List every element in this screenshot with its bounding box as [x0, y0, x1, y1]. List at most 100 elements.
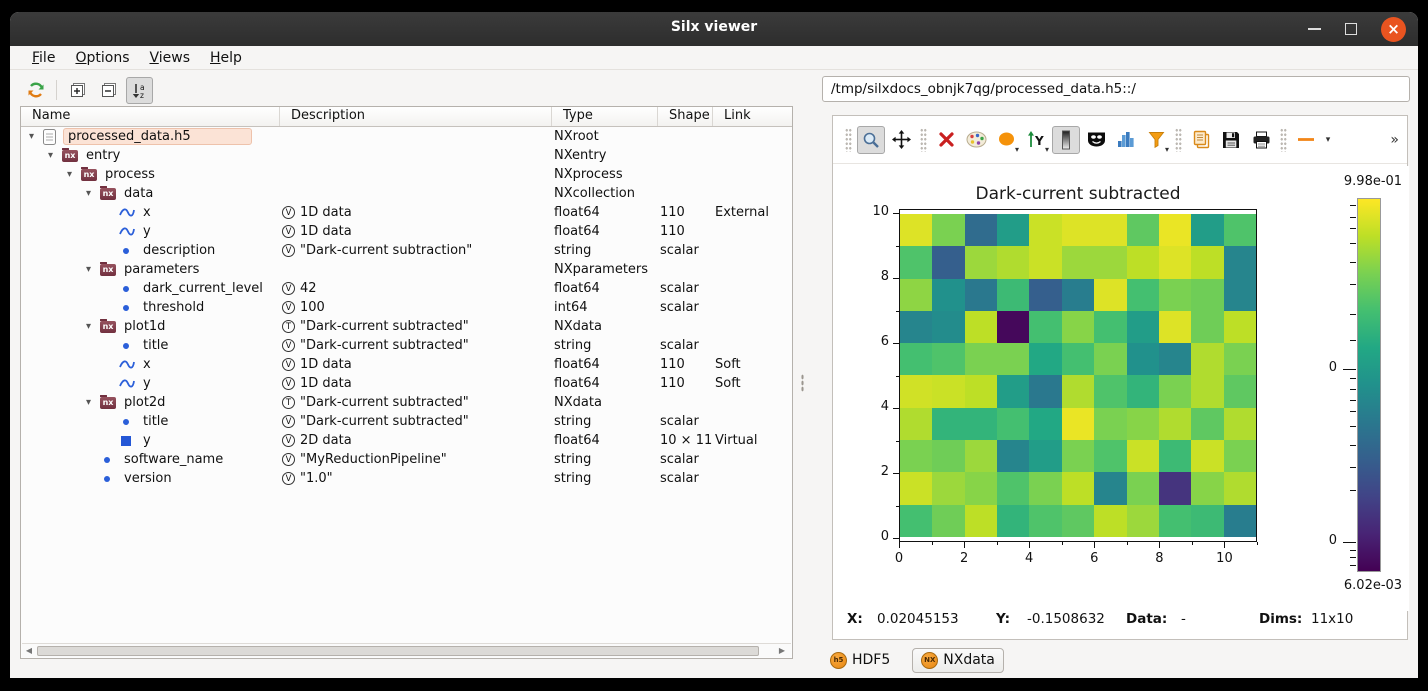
- tab-nxdata[interactable]: NX NXdata: [912, 648, 1004, 673]
- close-button[interactable]: ×: [1381, 17, 1406, 42]
- menu-options[interactable]: Options: [65, 48, 139, 68]
- heatmap-plot-area[interactable]: [899, 209, 1257, 542]
- column-header-name[interactable]: Name: [21, 107, 280, 126]
- heatmap-cell: [997, 472, 1029, 504]
- curve-style-dropdown[interactable]: ▾: [1321, 126, 1335, 154]
- expander-arrow-icon[interactable]: ▾: [29, 131, 43, 142]
- collapse-all-icon: [101, 82, 117, 98]
- colorbar-minor-tick: [1350, 228, 1356, 229]
- expander-arrow-icon[interactable]: ▾: [48, 150, 62, 161]
- refresh-button[interactable]: [22, 77, 49, 104]
- colorbar[interactable]: [1357, 198, 1381, 572]
- expander-arrow-icon[interactable]: ▾: [86, 397, 100, 408]
- tree-row[interactable]: ▾processed_data.h5NXroot: [21, 127, 792, 146]
- heatmap-cell: [997, 246, 1029, 278]
- node-shape: 110: [658, 357, 713, 372]
- scroll-right-arrow[interactable]: ▶: [775, 646, 789, 655]
- curve-style-button[interactable]: [1292, 126, 1320, 154]
- maximize-button[interactable]: [1345, 23, 1357, 35]
- column-header-link[interactable]: Link: [713, 107, 792, 126]
- tree-column-headers[interactable]: Name Description Type Shape Link: [21, 107, 792, 127]
- colorbar-minor-tick: [1350, 205, 1356, 206]
- tree-row[interactable]: descriptionV"Dark-current subtraction"st…: [21, 241, 792, 260]
- title-bar[interactable]: Silx viewer ×: [10, 12, 1418, 46]
- node-type: float64: [552, 357, 658, 372]
- heatmap-image[interactable]: [900, 214, 1256, 537]
- node-description: V"MyReductionPipeline": [280, 452, 552, 467]
- column-header-type[interactable]: Type: [552, 107, 658, 126]
- expander-arrow-icon[interactable]: ▾: [86, 264, 100, 275]
- menu-views[interactable]: Views: [139, 48, 200, 68]
- aggregation-mode-button[interactable]: ▾: [992, 126, 1020, 154]
- node-name: y: [139, 224, 155, 239]
- tree-row[interactable]: yV2D datafloat6410 × 11Virtual: [21, 431, 792, 450]
- reset-zoom-button[interactable]: [932, 126, 960, 154]
- copy-to-clipboard-button[interactable]: [1187, 126, 1215, 154]
- node-type: NXparameters: [552, 262, 658, 277]
- tab-hdf5[interactable]: h5 HDF5: [822, 649, 898, 672]
- node-name: y: [139, 376, 155, 391]
- tree-row[interactable]: ▾nxentryNXentry: [21, 146, 792, 165]
- expand-all-button[interactable]: [64, 77, 91, 104]
- node-shape: scalar: [658, 471, 713, 486]
- tree-row[interactable]: ▾nxparametersNXparameters: [21, 260, 792, 279]
- tree-row[interactable]: xV1D datafloat64110External: [21, 203, 792, 222]
- pan-mode-button[interactable]: [887, 126, 915, 154]
- y-axis-tick-label: 8: [853, 269, 889, 284]
- filter-data-button[interactable]: ▾: [1142, 126, 1170, 154]
- expander-arrow-icon[interactable]: ▾: [86, 188, 100, 199]
- heatmap-cell: [1094, 279, 1126, 311]
- column-header-description[interactable]: Description: [280, 107, 552, 126]
- dataset-path-field[interactable]: /tmp/silxdocs_obnjk7qg/processed_data.h5…: [822, 76, 1410, 102]
- node-type: string: [552, 338, 658, 353]
- tree-row[interactable]: yV1D datafloat64110Soft: [21, 374, 792, 393]
- status-data-value: -: [1181, 611, 1186, 627]
- tree-row[interactable]: thresholdV100int64scalar: [21, 298, 792, 317]
- plot-canvas[interactable]: Dark-current subtracted 9.98e-01 6.02e-0…: [833, 166, 1409, 611]
- heatmap-cell: [1062, 279, 1094, 311]
- menu-file[interactable]: File: [22, 48, 65, 68]
- heatmap-cell: [1029, 343, 1061, 375]
- collapse-all-button[interactable]: [95, 77, 122, 104]
- colormap-button[interactable]: [962, 126, 990, 154]
- expander-arrow-icon[interactable]: ▾: [86, 321, 100, 332]
- tree-row[interactable]: titleV"Dark-current subtracted"stringsca…: [21, 336, 792, 355]
- y-axis-orientation-button[interactable]: Y ▾: [1022, 126, 1050, 154]
- x-axis-tick-label: 6: [1082, 551, 1106, 566]
- tree-row[interactable]: ▾nxdataNXcollection: [21, 184, 792, 203]
- sort-button[interactable]: a z: [126, 77, 153, 104]
- scrollbar-thumb[interactable]: [37, 646, 759, 656]
- tree-row[interactable]: yV1D datafloat64110: [21, 222, 792, 241]
- scroll-left-arrow[interactable]: ◀: [22, 646, 36, 655]
- histogram-button[interactable]: [1112, 126, 1140, 154]
- column-header-shape[interactable]: Shape: [658, 107, 713, 126]
- tree-row[interactable]: ▾nxprocessNXprocess: [21, 165, 792, 184]
- tree-row[interactable]: software_nameV"MyReductionPipeline"strin…: [21, 450, 792, 469]
- mask-tools-button[interactable]: [1082, 126, 1110, 154]
- tree-row[interactable]: xV1D datafloat64110Soft: [21, 355, 792, 374]
- save-button[interactable]: [1217, 126, 1245, 154]
- heatmap-cell: [1191, 246, 1223, 278]
- expander-arrow-icon[interactable]: ▾: [67, 169, 81, 180]
- tree-row[interactable]: versionV"1.0"stringscalar: [21, 469, 792, 488]
- heatmap-cell: [1127, 311, 1159, 343]
- desc-v-badge-icon: V: [282, 434, 295, 447]
- tree-row[interactable]: dark_current_levelV42float64scalar: [21, 279, 792, 298]
- zoom-mode-button[interactable]: [857, 126, 885, 154]
- panel-splitter[interactable]: [798, 106, 807, 659]
- tree-row[interactable]: titleV"Dark-current subtracted"stringsca…: [21, 412, 792, 431]
- node-type: NXroot: [552, 129, 658, 144]
- tree-row[interactable]: ▾nxplot2dT"Dark-current subtracted"NXdat…: [21, 393, 792, 412]
- print-button[interactable]: [1247, 126, 1275, 154]
- colorbar-toggle-button[interactable]: [1052, 126, 1080, 154]
- x-axis-tick-label: 2: [952, 551, 976, 566]
- x-axis-tick: [1192, 542, 1193, 545]
- toolbar-overflow-button[interactable]: »: [1390, 132, 1399, 148]
- minimize-button[interactable]: [1308, 28, 1321, 30]
- tree-row[interactable]: ▾nxplot1dT"Dark-current subtracted"NXdat…: [21, 317, 792, 336]
- colorbar-minor-tick: [1350, 411, 1356, 412]
- colorbar-minor-tick: [1350, 565, 1356, 566]
- horizontal-scrollbar[interactable]: ◀ ▶: [22, 643, 791, 657]
- menu-help[interactable]: Help: [200, 48, 252, 68]
- silx-viewer-window: Silx viewer × FileOptionsViewsHelp: [10, 12, 1418, 678]
